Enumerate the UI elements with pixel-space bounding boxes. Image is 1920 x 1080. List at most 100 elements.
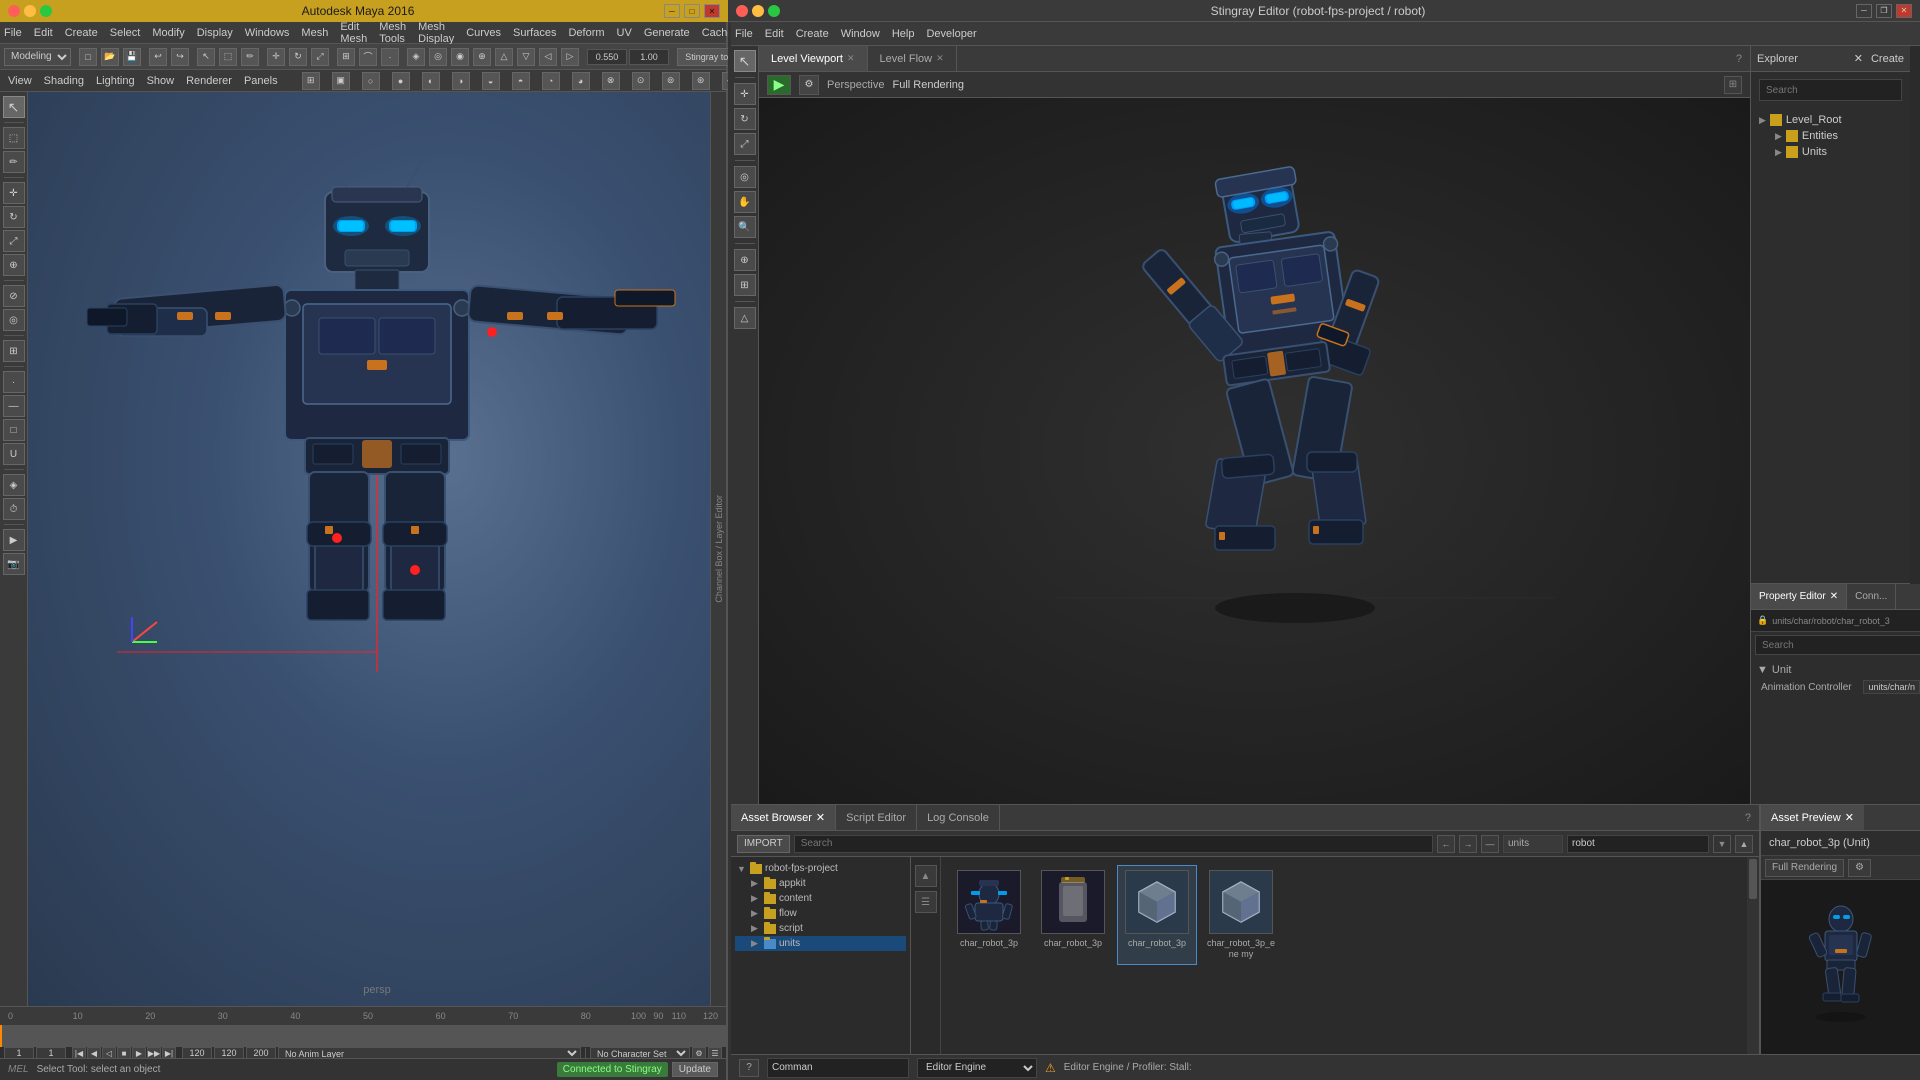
sr-tool-camera-zoom[interactable]: 🔍 bbox=[734, 216, 756, 238]
asset-char-robot-3p-2[interactable]: char_robot_3p bbox=[1033, 865, 1113, 965]
asset-char-robot-3p-1[interactable]: char_robot_3p bbox=[949, 865, 1029, 965]
question-btn[interactable]: ? bbox=[739, 1059, 759, 1077]
explorer-search-input[interactable] bbox=[1759, 79, 1902, 101]
viewport-icon10[interactable]: ◕ bbox=[572, 72, 590, 90]
tab-log-console[interactable]: Log Console bbox=[917, 805, 1000, 830]
toolbar-misc8[interactable]: ▷ bbox=[561, 48, 579, 66]
viewport-menu-shading[interactable]: Shading bbox=[44, 75, 84, 87]
stingray-minimize-icon[interactable]: ─ bbox=[1856, 4, 1872, 18]
tab-asset-preview[interactable]: Asset Preview ✕ bbox=[1761, 805, 1864, 830]
menu-file[interactable]: File bbox=[4, 27, 22, 39]
timeline-bar[interactable] bbox=[0, 1025, 726, 1047]
ab-filter-col-btn[interactable]: ☰ bbox=[915, 891, 937, 913]
tab-script-editor[interactable]: Script Editor bbox=[836, 805, 917, 830]
stingray-restore-icon[interactable]: ❐ bbox=[1876, 4, 1892, 18]
tool-vertex[interactable]: · bbox=[3, 371, 25, 393]
toolbar-lasso[interactable]: ⬚ bbox=[219, 48, 237, 66]
tool-transform[interactable]: ⊕ bbox=[3, 254, 25, 276]
toolbar-move[interactable]: ✛ bbox=[267, 48, 285, 66]
tool-snap[interactable]: ◈ bbox=[3, 474, 25, 496]
tab-property-editor[interactable]: Property Editor ✕ bbox=[1751, 584, 1847, 609]
sr-tool-terrain[interactable]: △ bbox=[734, 307, 756, 329]
menu-windows[interactable]: Windows bbox=[245, 27, 290, 39]
viewport-menu-panels[interactable]: Panels bbox=[244, 75, 278, 87]
viewport-icon8[interactable]: ◓ bbox=[512, 72, 530, 90]
menu-mesh-display[interactable]: Mesh Display bbox=[418, 22, 454, 45]
tool-face[interactable]: □ bbox=[3, 419, 25, 441]
sr-tool-move[interactable]: ✛ bbox=[734, 83, 756, 105]
vp-play-btn[interactable]: ▶ bbox=[767, 75, 791, 95]
ab-folder-up-btn[interactable]: ▲ bbox=[1735, 835, 1753, 853]
tool-edge[interactable]: — bbox=[3, 395, 25, 417]
tool-sculpt[interactable]: ◎ bbox=[3, 309, 25, 331]
update-button[interactable]: Update bbox=[672, 1062, 718, 1077]
tab-level-viewport-close[interactable]: ✕ bbox=[847, 53, 855, 64]
explorer-close[interactable]: ✕ bbox=[1854, 52, 1863, 65]
viewport-icon9[interactable]: ◔ bbox=[542, 72, 560, 90]
create-btn[interactable]: Create bbox=[1871, 53, 1904, 65]
viewport-icon1[interactable]: ⊞ bbox=[302, 72, 320, 90]
ab-filter-btn[interactable]: ▼ bbox=[1713, 835, 1731, 853]
viewport-icon11[interactable]: ⊗ bbox=[602, 72, 620, 90]
tree-units[interactable]: ▶ Units bbox=[1755, 144, 1906, 160]
tool-scale[interactable]: ⤢ bbox=[3, 230, 25, 252]
sr-tool-select[interactable]: ↖ bbox=[734, 50, 756, 72]
value-field2[interactable] bbox=[629, 49, 669, 65]
asset-browser-close[interactable]: ✕ bbox=[816, 811, 825, 824]
maya-close-btn[interactable] bbox=[8, 5, 20, 17]
menu-create[interactable]: Create bbox=[65, 27, 98, 39]
maya-min-btn[interactable] bbox=[24, 5, 36, 17]
toolbar-scale[interactable]: ⤢ bbox=[311, 48, 329, 66]
toolbar-open[interactable]: 📂 bbox=[101, 48, 119, 66]
maya-mode-dropdown[interactable]: Modeling bbox=[4, 48, 71, 66]
toolbar-snap-grid[interactable]: ⊞ bbox=[337, 48, 355, 66]
sr-menu-edit[interactable]: Edit bbox=[765, 28, 784, 40]
tab-question-btn[interactable]: ? bbox=[1728, 46, 1750, 71]
menu-modify[interactable]: Modify bbox=[152, 27, 184, 39]
tool-show-manip[interactable]: ⊞ bbox=[3, 340, 25, 362]
ab-tree-script[interactable]: ▶ script bbox=[735, 921, 906, 936]
menu-deform[interactable]: Deform bbox=[568, 27, 604, 39]
vp-expand-btn[interactable]: ⊞ bbox=[1724, 76, 1742, 94]
menu-uv[interactable]: UV bbox=[617, 27, 632, 39]
toolbar-misc3[interactable]: ◉ bbox=[451, 48, 469, 66]
tab-asset-browser[interactable]: Asset Browser ✕ bbox=[731, 805, 836, 830]
sr-menu-create[interactable]: Create bbox=[796, 28, 829, 40]
toolbar-save[interactable]: 💾 bbox=[123, 48, 141, 66]
ab-question-btn[interactable]: ? bbox=[1737, 805, 1759, 830]
stingray-close-icon[interactable]: ✕ bbox=[1896, 4, 1912, 18]
viewport-icon4[interactable]: ● bbox=[392, 72, 410, 90]
sr-tool-rotate[interactable]: ↻ bbox=[734, 108, 756, 130]
tab-level-flow-close[interactable]: ✕ bbox=[936, 53, 944, 64]
stingray-close-btn[interactable] bbox=[736, 5, 748, 17]
maya-close-icon[interactable]: ✕ bbox=[704, 4, 720, 18]
engine-dropdown[interactable]: Editor Engine bbox=[917, 1058, 1037, 1078]
toolbar-undo[interactable]: ↩ bbox=[149, 48, 167, 66]
tool-paint-select[interactable]: ✏ bbox=[3, 151, 25, 173]
prop-unit-header[interactable]: ▼ Unit bbox=[1757, 662, 1920, 678]
ab-scrollbar[interactable] bbox=[1747, 857, 1759, 1054]
toolbar-snap-point[interactable]: · bbox=[381, 48, 399, 66]
tool-select[interactable]: ↖ bbox=[3, 96, 25, 118]
sr-menu-window[interactable]: Window bbox=[841, 28, 880, 40]
toolbar-snap-curve[interactable]: ⌒ bbox=[359, 48, 377, 66]
viewport-icon14[interactable]: ⊛ bbox=[692, 72, 710, 90]
toolbar-misc7[interactable]: ◁ bbox=[539, 48, 557, 66]
tool-rotate[interactable]: ↻ bbox=[3, 206, 25, 228]
sr-tool-scale[interactable]: ⤢ bbox=[734, 133, 756, 155]
viewport-menu-show[interactable]: Show bbox=[147, 75, 175, 87]
viewport-icon6[interactable]: ◑ bbox=[452, 72, 470, 90]
viewport-icon5[interactable]: ◐ bbox=[422, 72, 440, 90]
tab-conn[interactable]: Conn... bbox=[1847, 584, 1896, 609]
tool-uv[interactable]: U bbox=[3, 443, 25, 465]
toolbar-misc1[interactable]: ◈ bbox=[407, 48, 425, 66]
ab-search-input[interactable] bbox=[794, 835, 1433, 853]
ab-scrollthumb[interactable] bbox=[1749, 859, 1757, 899]
ab-import-btn[interactable]: IMPORT bbox=[737, 835, 790, 853]
ab-up-btn[interactable]: — bbox=[1481, 835, 1499, 853]
maya-window-controls[interactable] bbox=[8, 5, 52, 17]
stingray-window-controls[interactable] bbox=[736, 5, 780, 17]
toolbar-select[interactable]: ↖ bbox=[197, 48, 215, 66]
ab-back-btn[interactable]: ← bbox=[1437, 835, 1455, 853]
tab-level-flow[interactable]: Level Flow ✕ bbox=[868, 46, 957, 71]
